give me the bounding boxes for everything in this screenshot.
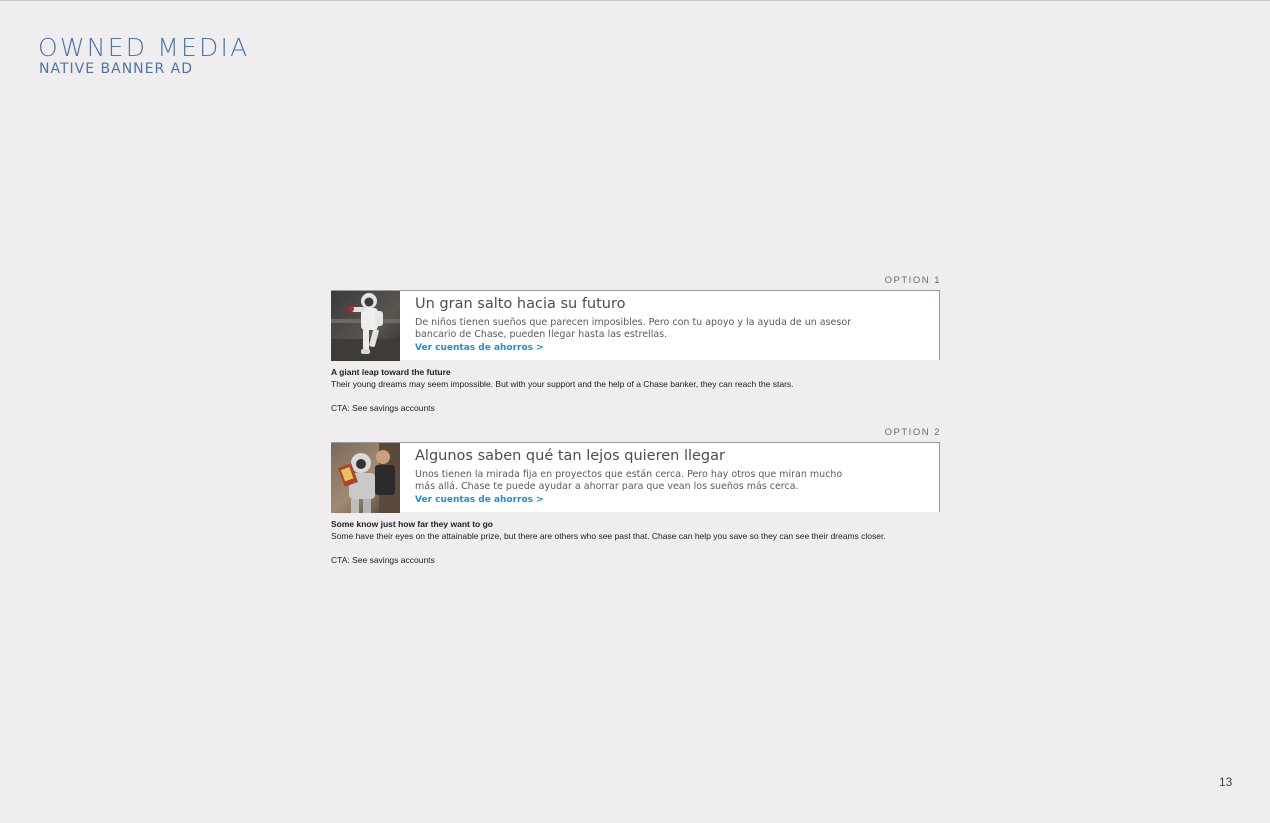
banner-ad-option-2[interactable]: Algunos saben qué tan lejos quieren lleg… xyxy=(331,442,940,513)
astronaut-child-image xyxy=(331,291,400,361)
translation-cta: CTA: See savings accounts xyxy=(331,403,435,413)
banner-ad-option-1[interactable]: Un gran salto hacia su futuro De niños t… xyxy=(331,290,940,361)
page-title: OWNED MEDIA xyxy=(38,33,250,62)
ad-headline: Un gran salto hacia su futuro xyxy=(415,296,626,312)
savings-accounts-link[interactable]: Ver cuentas de ahorros > xyxy=(415,343,544,353)
translation-option-2: Some know just how far they want to go S… xyxy=(331,518,946,566)
translation-option-1: A giant leap toward the future Their you… xyxy=(331,366,946,414)
translation-body: Some have their eyes on the attainable p… xyxy=(331,531,886,541)
option-2-label: OPTION 2 xyxy=(884,427,941,438)
top-divider xyxy=(0,0,1270,1)
child-with-book-image xyxy=(331,443,400,513)
savings-accounts-link[interactable]: Ver cuentas de ahorros > xyxy=(415,495,544,505)
translation-headline: Some know just how far they want to go xyxy=(331,519,493,529)
option-1-label: OPTION 1 xyxy=(884,275,941,286)
page-subtitle: NATIVE BANNER AD xyxy=(39,61,194,77)
ad-headline: Algunos saben qué tan lejos quieren lleg… xyxy=(415,448,725,464)
ad-body-text: De niños tienen sueños que parecen impos… xyxy=(415,317,852,340)
page-number: 13 xyxy=(1219,775,1233,789)
ad-body-text: Unos tienen la mirada fija en proyectos … xyxy=(415,469,843,492)
translation-body: Their young dreams may seem impossible. … xyxy=(331,379,794,389)
translation-headline: A giant leap toward the future xyxy=(331,367,451,377)
translation-cta: CTA: See savings accounts xyxy=(331,555,435,565)
